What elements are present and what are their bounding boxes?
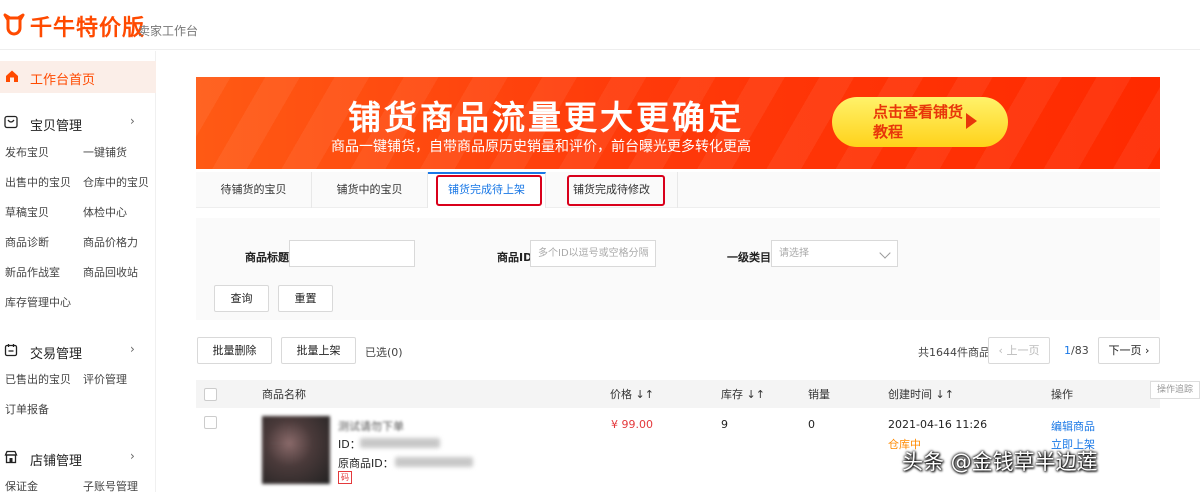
sidebar-item-home[interactable]: 工作台首页 — [0, 61, 156, 93]
sidebar-item-drafts[interactable]: 草稿宝贝 — [5, 204, 49, 220]
reset-button[interactable]: 重置 — [278, 285, 333, 312]
sidebar-item-new-product[interactable]: 新品作战室 — [5, 264, 60, 280]
next-page-button[interactable]: 下一页 › — [1098, 337, 1160, 364]
store-icon — [4, 450, 18, 464]
title-input[interactable] — [289, 240, 415, 267]
workbench-subtitle: 卖家工作台 — [138, 24, 199, 38]
sidebar-item-diagnosis[interactable]: 商品诊断 — [5, 234, 49, 250]
promo-banner[interactable]: 铺货商品流量更大更确定 商品一键铺货，自带商品原历史销量和评价，前台曝光更多转化… — [196, 77, 1160, 169]
product-stock: 9 — [721, 418, 728, 431]
product-price: ¥ 99.00 — [611, 418, 653, 431]
highlight-box — [567, 175, 665, 206]
col-sales: 销量 — [808, 388, 830, 401]
trade-calendar-icon — [4, 344, 18, 357]
tab-pending[interactable]: 待铺货的宝贝 — [196, 172, 312, 208]
product-thumbnail[interactable] — [262, 416, 330, 484]
section-title: 店铺管理 — [30, 454, 83, 469]
page-indicator: 1/83 — [1064, 344, 1089, 357]
highlight-box — [436, 175, 542, 206]
product-id-label: ID： — [338, 438, 361, 451]
id-input[interactable]: 多个ID以逗号或空格分隔 — [530, 240, 656, 267]
logo-text[interactable]: 千牛特价版 — [30, 10, 145, 42]
selected-count: 已选(0) — [365, 346, 403, 359]
sidebar: 工作台首页 宝贝管理 › 发布宝贝 一键铺货 出售中的宝贝 仓库中的宝贝 草稿宝… — [0, 51, 156, 493]
prev-page-button[interactable]: ‹ 上一页 — [988, 337, 1050, 364]
page-current: 1 — [1064, 344, 1071, 357]
orig-id-label: 原商品ID： — [338, 457, 394, 470]
trace-button[interactable]: 操作追踪 — [1150, 381, 1200, 399]
edit-product-link[interactable]: 编辑商品 — [1051, 418, 1095, 434]
chevron-right-icon: › — [130, 114, 135, 128]
sidebar-section-trade[interactable]: 交易管理 › — [0, 340, 156, 362]
category-label: 一级类目 — [727, 251, 771, 264]
batch-delete-button[interactable]: 批量删除 — [197, 337, 272, 364]
sidebar-home-label: 工作台首页 — [30, 73, 96, 88]
sidebar-item-order-report[interactable]: 订单报备 — [5, 401, 49, 417]
sidebar-section-store[interactable]: 店铺管理 › — [0, 447, 156, 469]
sidebar-item-price-power[interactable]: 商品价格力 — [83, 234, 138, 250]
product-name[interactable]: 测试请勿下单 — [338, 418, 404, 434]
row-checkbox[interactable] — [204, 416, 217, 429]
home-icon — [6, 70, 18, 82]
banner-subtitle: 商品一键铺货，自带商品原历史销量和评价，前台曝光更多转化更高 — [331, 139, 751, 155]
batch-list-button[interactable]: 批量上架 — [281, 337, 356, 364]
sidebar-item-publish[interactable]: 发布宝贝 — [5, 144, 49, 160]
sidebar-item-on-sale[interactable]: 出售中的宝贝 — [5, 174, 71, 190]
chevron-down-icon — [879, 247, 891, 259]
total-count: 共1644件商品 — [918, 346, 990, 359]
search-button[interactable]: 查询 — [214, 285, 269, 312]
col-name: 商品名称 — [262, 388, 306, 401]
banner-cta-label: 点击查看铺货教程 — [873, 103, 964, 141]
page-total: /83 — [1071, 344, 1089, 357]
qianniu-logo-icon — [3, 13, 25, 36]
chevron-right-icon: › — [130, 342, 135, 356]
table-header: 商品名称 价格 ↓↑ 库存 ↓↑ 销量 创建时间 ↓↑ 操作 — [196, 380, 1160, 408]
tab-in-progress[interactable]: 铺货中的宝贝 — [312, 172, 428, 208]
col-stock[interactable]: 库存 ↓↑ — [721, 386, 765, 402]
section-title: 宝贝管理 — [30, 119, 83, 134]
title-label: 商品标题 — [245, 251, 289, 264]
sidebar-item-inventory[interactable]: 库存管理中心 — [5, 294, 71, 310]
product-tag: 码 — [338, 471, 352, 484]
filter-panel: 商品标题 商品ID 多个ID以逗号或空格分隔 一级类目 请选择 查询 重置 — [196, 218, 1160, 320]
sidebar-item-warehouse[interactable]: 仓库中的宝贝 — [83, 174, 149, 190]
id-label: 商品ID — [497, 251, 533, 264]
status-tabs: 待铺货的宝贝 铺货中的宝贝 铺货完成待上架 铺货完成待修改 — [196, 172, 1160, 208]
product-sales: 0 — [808, 418, 815, 431]
sidebar-section-products[interactable]: 宝贝管理 › — [0, 112, 156, 134]
sidebar-item-checkup[interactable]: 体检中心 — [83, 204, 127, 220]
col-price[interactable]: 价格 ↓↑ — [610, 386, 654, 402]
select-all-checkbox[interactable] — [204, 388, 217, 401]
product-box-icon — [4, 115, 18, 129]
orig-id-redacted — [395, 457, 473, 467]
col-created[interactable]: 创建时间 ↓↑ — [888, 386, 954, 402]
category-select[interactable]: 请选择 — [771, 240, 898, 267]
watermark-text: 头条 @金钱草半边莲 — [902, 450, 1098, 474]
section-title: 交易管理 — [30, 347, 83, 362]
sidebar-item-recycle[interactable]: 商品回收站 — [83, 264, 138, 280]
chevron-right-icon: › — [130, 449, 135, 463]
sidebar-item-one-click[interactable]: 一键铺货 — [83, 144, 127, 160]
sidebar-item-sold[interactable]: 已售出的宝贝 — [5, 371, 71, 387]
category-value: 请选择 — [779, 248, 809, 259]
top-bar: 千牛特价版 卖家工作台 — [0, 0, 1200, 50]
play-arrow-icon — [966, 113, 977, 129]
sidebar-item-reviews[interactable]: 评价管理 — [83, 371, 127, 387]
banner-title: 铺货商品流量更大更确定 — [348, 98, 744, 137]
col-actions: 操作 — [1051, 388, 1073, 401]
product-created: 2021-04-16 11:26 — [888, 418, 988, 431]
banner-cta-button[interactable]: 点击查看铺货教程 — [832, 97, 1008, 147]
product-id-redacted — [360, 438, 440, 448]
